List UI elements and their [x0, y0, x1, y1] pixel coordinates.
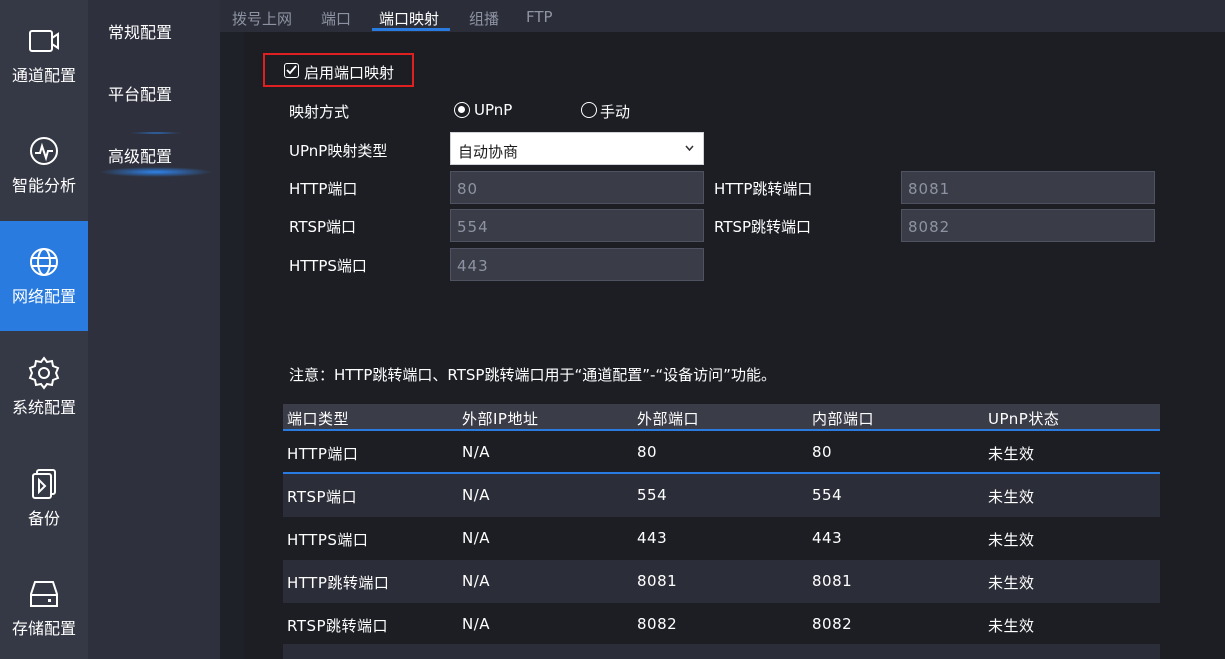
- video-camera-icon: [27, 24, 61, 58]
- rtsp-port-value: 554: [457, 218, 489, 236]
- upnp-type-label: UPnP映射类型: [289, 142, 388, 160]
- cell-external-ip: N/A: [462, 615, 491, 633]
- nav-backup[interactable]: 备份: [0, 443, 88, 553]
- hard-drive-icon: [27, 577, 61, 611]
- table-row[interactable]: HTTPS端口 N/A 443 443 未生效: [283, 517, 1160, 560]
- cell-internal-port: 443: [812, 529, 843, 547]
- cell-port-type: HTTP端口: [287, 445, 359, 463]
- nav-network-config[interactable]: 网络配置: [0, 221, 88, 331]
- cell-port-type: HTTP跳转端口: [287, 574, 390, 592]
- rtsp-port-field[interactable]: 554: [450, 209, 704, 242]
- cell-upnp-status: 未生效: [988, 574, 1035, 592]
- header-internal-port: 内部端口: [812, 410, 875, 428]
- cell-internal-port: 8082: [812, 615, 853, 633]
- header-upnp-status: UPnP状态: [988, 410, 1060, 428]
- cell-upnp-status: 未生效: [988, 488, 1035, 506]
- enable-port-mapping-checkbox[interactable]: [284, 63, 299, 78]
- radio-upnp-label: UPnP: [474, 101, 513, 119]
- header-external-port: 外部端口: [637, 410, 700, 428]
- table-header: 端口类型 外部IP地址 外部端口 内部端口 UPnP状态: [283, 404, 1160, 431]
- rtsp-redirect-port-label: RTSP跳转端口: [714, 218, 812, 236]
- upnp-type-value: 自动协商: [458, 143, 519, 161]
- radio-manual[interactable]: [581, 102, 597, 118]
- analytics-icon: [27, 134, 61, 168]
- cell-internal-port: 8081: [812, 572, 853, 590]
- https-port-field[interactable]: 443: [450, 248, 704, 281]
- radio-upnp[interactable]: [454, 102, 470, 118]
- nav-label: 备份: [27, 509, 60, 528]
- radio-manual-label: 手动: [600, 103, 631, 121]
- cell-external-port: 8081: [637, 572, 678, 590]
- table-row-partial: [283, 644, 1160, 659]
- cell-external-ip: N/A: [462, 572, 491, 590]
- tab-bar: 拨号上网 端口 端口映射 组播 FTP: [220, 0, 1225, 32]
- nav-label: 系统配置: [11, 398, 76, 417]
- cell-external-port: 8082: [637, 615, 678, 633]
- cell-upnp-status: 未生效: [988, 445, 1035, 463]
- cell-external-ip: N/A: [462, 486, 491, 504]
- tab-multicast[interactable]: 组播: [469, 8, 499, 29]
- usage-note: 注意：HTTP跳转端口、RTSP跳转端口用于“通道配置”-“设备访问”功能。: [289, 366, 776, 384]
- cell-port-type: RTSP端口: [287, 488, 358, 506]
- cell-upnp-status: 未生效: [988, 531, 1035, 549]
- cell-internal-port: 554: [812, 486, 843, 504]
- table-row[interactable]: RTSP跳转端口 N/A 8082 8082 未生效: [283, 603, 1160, 646]
- check-icon: [286, 65, 297, 75]
- backup-icon: [27, 467, 61, 501]
- table-row[interactable]: RTSP端口 N/A 554 554 未生效: [283, 474, 1160, 517]
- cell-external-port: 554: [637, 486, 668, 504]
- gear-icon: [27, 356, 61, 390]
- http-port-label: HTTP端口: [289, 180, 358, 198]
- cell-upnp-status: 未生效: [988, 617, 1035, 635]
- http-redirect-port-field[interactable]: 8081: [901, 171, 1155, 204]
- submenu-platform[interactable]: 平台配置: [108, 81, 172, 105]
- tab-port[interactable]: 端口: [321, 8, 351, 29]
- header-external-ip: 外部IP地址: [462, 410, 539, 428]
- active-tab-indicator: [372, 28, 450, 31]
- cell-external-ip: N/A: [462, 443, 491, 461]
- globe-icon: [27, 245, 61, 279]
- tab-ftp[interactable]: FTP: [526, 8, 553, 26]
- http-redirect-port-label: HTTP跳转端口: [714, 180, 813, 198]
- nav-system-config[interactable]: 系统配置: [0, 332, 88, 442]
- nav-label: 存储配置: [11, 619, 76, 638]
- tab-port-mapping[interactable]: 端口映射: [379, 8, 439, 29]
- enable-port-mapping-label: 启用端口映射: [304, 64, 395, 82]
- cell-external-port: 80: [637, 443, 658, 461]
- main-nav-rail: 通道配置 智能分析 网络配置 系统配置 备份 存储配置: [0, 0, 88, 659]
- submenu-advanced[interactable]: 高级配置: [108, 143, 172, 167]
- chevron-down-icon: [685, 145, 694, 151]
- https-port-value: 443: [457, 257, 489, 275]
- table-row[interactable]: HTTP端口 N/A 80 80 未生效: [283, 431, 1160, 474]
- header-port-type: 端口类型: [287, 410, 350, 428]
- mapping-mode-label: 映射方式: [289, 103, 350, 121]
- cell-internal-port: 80: [812, 443, 833, 461]
- cell-port-type: HTTPS端口: [287, 531, 369, 549]
- upnp-type-select[interactable]: 自动协商: [450, 132, 704, 165]
- nav-storage-config[interactable]: 存储配置: [0, 553, 88, 659]
- port-mapping-table: 端口类型 外部IP地址 外部端口 内部端口 UPnP状态 HTTP端口 N/A …: [283, 404, 1160, 646]
- http-port-value: 80: [457, 180, 479, 198]
- cell-external-port: 443: [637, 529, 668, 547]
- nav-label: 通道配置: [11, 66, 76, 85]
- sub-menu: 常规配置 平台配置 高级配置: [88, 0, 220, 659]
- http-port-field[interactable]: 80: [450, 171, 704, 204]
- cell-port-type: RTSP跳转端口: [287, 617, 389, 635]
- rtsp-redirect-port-field[interactable]: 8082: [901, 209, 1155, 242]
- cell-external-ip: N/A: [462, 529, 491, 547]
- nav-label: 网络配置: [11, 287, 76, 306]
- rtsp-redirect-port-value: 8082: [908, 218, 951, 236]
- nav-channel-config[interactable]: 通道配置: [0, 0, 88, 110]
- radio-selected-dot: [458, 106, 465, 113]
- table-row[interactable]: HTTP跳转端口 N/A 8081 8081 未生效: [283, 560, 1160, 603]
- https-port-label: HTTPS端口: [289, 257, 367, 275]
- rtsp-port-label: RTSP端口: [289, 218, 357, 236]
- nav-smart-analysis[interactable]: 智能分析: [0, 110, 88, 220]
- http-redirect-port-value: 8081: [908, 180, 951, 198]
- nav-label: 智能分析: [11, 176, 76, 195]
- submenu-general[interactable]: 常规配置: [108, 19, 172, 43]
- tab-dialup[interactable]: 拨号上网: [232, 8, 292, 29]
